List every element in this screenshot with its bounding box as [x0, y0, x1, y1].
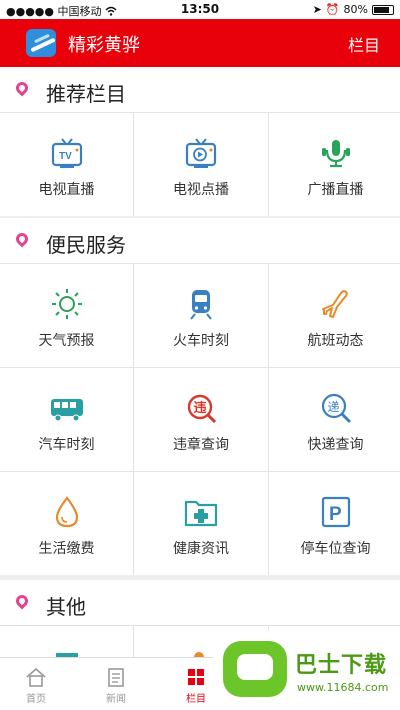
tile-label: 汽车时刻 — [38, 437, 95, 453]
tv-live-icon: TV — [49, 135, 85, 171]
svg-text:违: 违 — [194, 400, 207, 416]
status-bar: ●●●●● 中国移动 13:50 ➤ ⏰ 80% — [0, 0, 400, 19]
download-site-watermark: 巴士下载 www.11684.com — [213, 631, 400, 710]
watermark-logo-icon — [223, 641, 287, 697]
recommended-grid: TV 电视直播 电视点播 广播直播 — [0, 113, 400, 216]
tile-label: 电视点播 — [173, 182, 229, 198]
location-pin-icon — [13, 592, 31, 610]
column-menu-button[interactable]: 栏目 — [348, 32, 380, 56]
tile-tv-vod[interactable]: 电视点播 — [134, 113, 268, 216]
water-drop-icon — [49, 494, 85, 530]
battery-icon — [372, 4, 394, 15]
radio-mic-icon — [318, 135, 354, 171]
section-header-services: 便民服务 — [0, 218, 400, 264]
battery-percent: 80% — [343, 3, 368, 16]
services-grid: 天气预报 火车时刻 航班动态 汽车时刻 违 违章查询 递 快递查询 生活缴费 健… — [0, 264, 400, 575]
tile-label: 违章查询 — [173, 437, 229, 453]
tile-label: 天气预报 — [38, 333, 95, 349]
tile-label: 航班动态 — [307, 333, 364, 349]
express-search-icon: 递 — [318, 390, 354, 426]
svg-text:递: 递 — [327, 400, 339, 414]
news-icon — [86, 664, 146, 690]
section-header-other: 其他 — [0, 580, 400, 626]
tile-express[interactable]: 递 快递查询 — [269, 368, 400, 471]
tile-flight[interactable]: 航班动态 — [269, 264, 400, 367]
train-icon — [183, 286, 219, 322]
tile-weather[interactable]: 天气预报 — [0, 264, 133, 367]
location-icon: ➤ — [312, 3, 322, 16]
tile-label: 生活缴费 — [38, 541, 95, 557]
app-title: 精彩黄骅 — [68, 35, 140, 56]
section-title: 推荐栏目 — [46, 82, 126, 106]
tile-health-info[interactable]: 健康资讯 — [134, 472, 268, 575]
traffic-violation-icon: 违 — [183, 390, 219, 426]
tile-label: 火车时刻 — [173, 333, 229, 349]
app-header: 精彩黄骅 栏目 — [0, 19, 400, 67]
tile-label: 停车位查询 — [300, 541, 371, 557]
section-header-recommended: 推荐栏目 — [0, 67, 400, 113]
status-right: ➤ ⏰ 80% — [313, 3, 394, 16]
sun-icon — [49, 286, 85, 322]
tile-tv-live[interactable]: TV 电视直播 — [0, 113, 133, 216]
bus-icon — [49, 390, 85, 426]
svg-text:TV: TV — [59, 151, 72, 162]
tile-label: 健康资讯 — [173, 541, 229, 557]
tile-traffic-violation[interactable]: 违 违章查询 — [134, 368, 268, 471]
tab-news[interactable]: 新闻 — [86, 664, 146, 705]
alarm-icon: ⏰ — [325, 3, 340, 16]
location-pin-icon — [13, 79, 31, 97]
app-logo-icon — [26, 29, 56, 57]
tile-radio-live[interactable]: 广播直播 — [269, 113, 400, 216]
airplane-icon — [318, 286, 354, 322]
tile-bus[interactable]: 汽车时刻 — [0, 368, 133, 471]
tab-label: 新闻 — [106, 694, 126, 705]
tile-utility-payment[interactable]: 生活缴费 — [0, 472, 133, 575]
tab-home[interactable]: 首页 — [6, 664, 66, 705]
medical-folder-icon — [183, 494, 219, 530]
tile-other-1[interactable] — [0, 626, 133, 657]
section-title: 便民服务 — [46, 233, 126, 257]
location-pin-icon — [13, 230, 31, 248]
watermark-title: 巴士下载 — [295, 653, 388, 678]
tile-train[interactable]: 火车时刻 — [134, 264, 268, 367]
parking-icon: P — [318, 494, 354, 530]
tile-label: 快递查询 — [307, 437, 364, 453]
tile-label: 广播直播 — [307, 182, 364, 198]
tv-vod-icon — [183, 135, 219, 171]
tile-parking[interactable]: P 停车位查询 — [269, 472, 400, 575]
section-title: 其他 — [46, 595, 86, 619]
home-icon — [6, 664, 66, 690]
tab-label: 首页 — [26, 694, 46, 705]
tile-label: 电视直播 — [38, 182, 95, 198]
watermark-url: www.11684.com — [297, 681, 389, 694]
svg-text:P: P — [329, 504, 342, 525]
